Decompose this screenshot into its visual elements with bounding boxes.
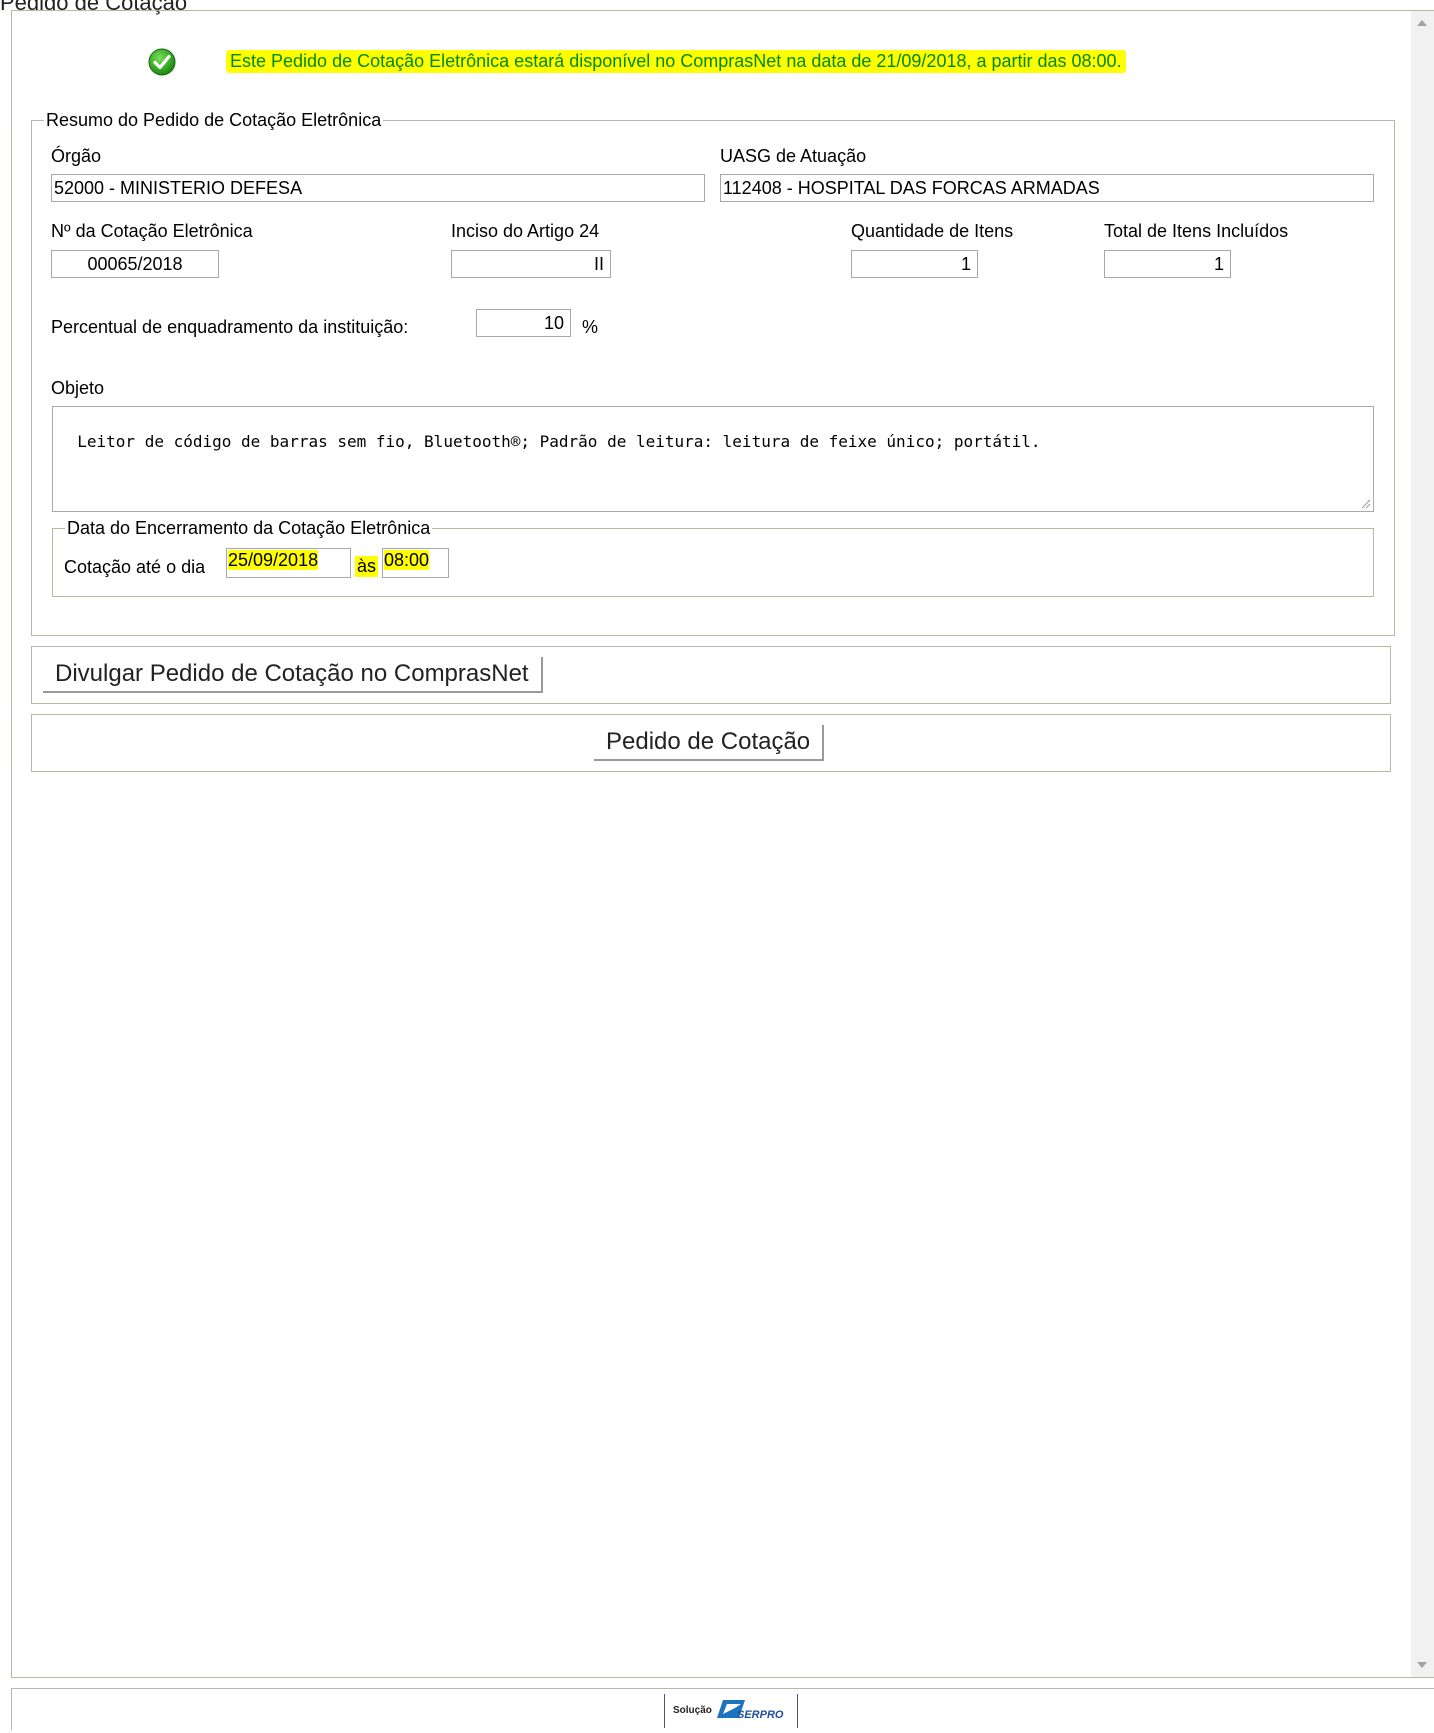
inciso-field[interactable]: II [451, 250, 611, 278]
resumo-legend: Resumo do Pedido de Cotação Eletrônica [46, 110, 382, 130]
resize-grip-icon[interactable] [1359, 497, 1371, 509]
vertical-scrollbar[interactable] [1411, 11, 1434, 1677]
notice-text: Este Pedido de Cotação Eletrônica estará… [226, 50, 1126, 73]
serpro-logo: Solução SERPRO [664, 1694, 798, 1728]
total-itens-field[interactable]: 1 [1104, 250, 1231, 278]
check-success-icon [148, 48, 176, 76]
encerramento-legend: Data do Encerramento da Cotação Eletrôni… [67, 518, 431, 538]
objeto-text: Leitor de código de barras sem fio, Blue… [77, 432, 1041, 451]
encerramento-prefix: Cotação até o dia [64, 557, 206, 577]
pedido-de-cotacao-button[interactable]: Pedido de Cotação [594, 725, 825, 761]
logo-brand-text: SERPRO [737, 1709, 784, 1721]
serpro-logo-icon: Solução SERPRO [673, 1700, 784, 1721]
logo-small-text: Solução [673, 1705, 712, 1716]
percentual-field[interactable]: 10 [476, 309, 571, 337]
orgao-label: Órgão [51, 146, 102, 166]
percent-unit: % [582, 317, 599, 337]
uasg-label: UASG de Atuação [720, 146, 867, 166]
encerramento-time-field[interactable]: 08:00 [382, 548, 449, 578]
encerramento-time: 08:00 [384, 550, 430, 570]
objeto-textarea[interactable]: Leitor de código de barras sem fio, Blue… [52, 406, 1374, 512]
pedido-button-container: Pedido de Cotação [31, 714, 1391, 772]
divulgar-button-container: Divulgar Pedido de Cotação no ComprasNet [31, 646, 1391, 704]
scroll-up-arrow-icon[interactable] [1417, 20, 1427, 26]
inciso-label: Inciso do Artigo 24 [451, 221, 600, 241]
objeto-label: Objeto [51, 378, 105, 398]
uasg-field[interactable]: 112408 - HOSPITAL DAS FORCAS ARMADAS [720, 174, 1374, 202]
quantidade-itens-field[interactable]: 1 [851, 250, 978, 278]
cotacao-numero-field[interactable]: 00065/2018 [51, 250, 219, 278]
divulgar-button[interactable]: Divulgar Pedido de Cotação no ComprasNet [43, 657, 543, 693]
orgao-field[interactable]: 52000 - MINISTERIO DEFESA [51, 174, 705, 202]
percentual-label: Percentual de enquadramento da instituiç… [51, 317, 409, 337]
encerramento-sep: às [355, 556, 379, 577]
cotacao-numero-label: Nº da Cotação Eletrônica [51, 221, 253, 241]
encerramento-date-field[interactable]: 25/09/2018 [226, 548, 351, 578]
quantidade-itens-label: Quantidade de Itens [851, 221, 1014, 241]
scroll-down-arrow-icon[interactable] [1417, 1662, 1427, 1668]
encerramento-date: 25/09/2018 [228, 550, 319, 570]
total-itens-label: Total de Itens Incluídos [1104, 221, 1289, 241]
